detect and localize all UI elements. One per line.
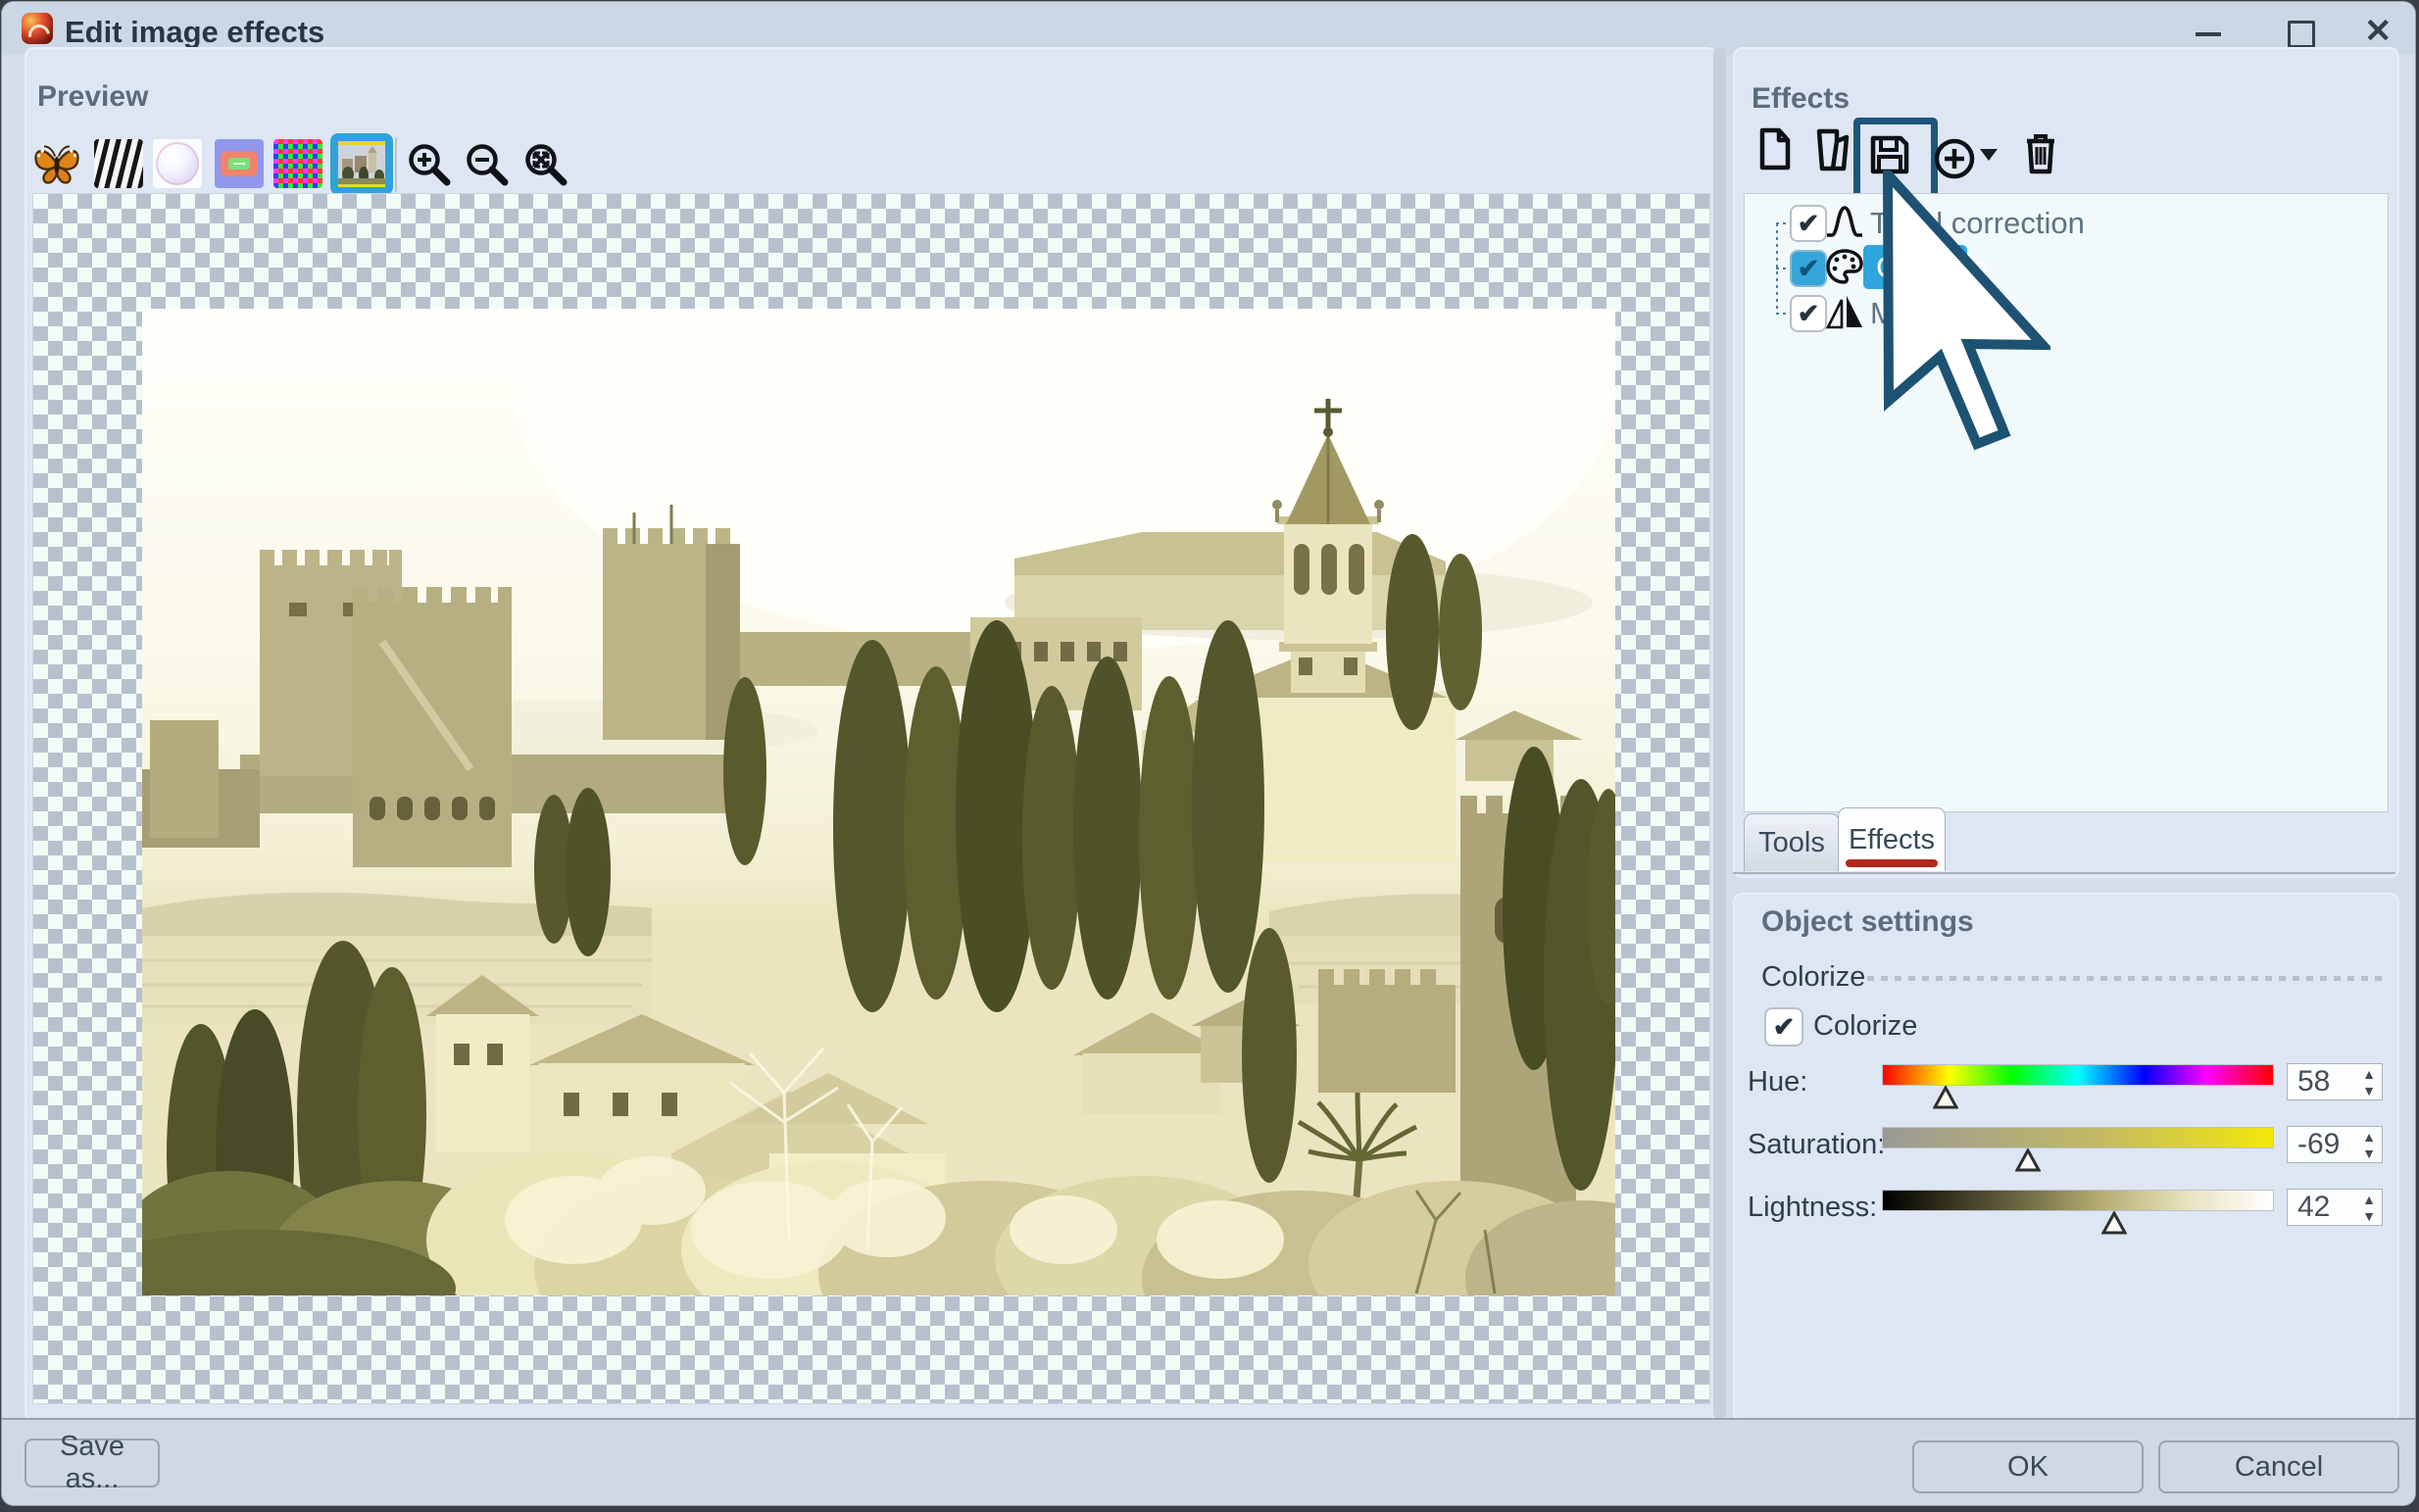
lightness-value-field[interactable]: 42 ▲ ▼ — [2287, 1189, 2383, 1226]
bubble-sample-thumbnail[interactable] — [153, 139, 202, 188]
saturation-label: Saturation: — [1748, 1129, 1885, 1161]
saturation-value-field[interactable]: -69 ▲ ▼ — [2287, 1126, 2383, 1163]
panel-splitter[interactable] — [1713, 47, 1726, 1419]
maximize-icon[interactable] — [2288, 21, 2315, 48]
zoom-out-icon[interactable] — [464, 141, 511, 188]
effects-label: Effects — [1752, 82, 1850, 116]
app-icon — [22, 13, 53, 44]
ok-button[interactable]: OK — [1912, 1440, 2144, 1493]
colorize-checkbox-label: Colorize — [1813, 1010, 1917, 1043]
current-image-icon — [338, 141, 385, 187]
dialog-title: Edit image effects — [65, 15, 324, 50]
zoom-in-icon[interactable] — [406, 141, 453, 188]
tab-tools[interactable]: Tools — [1744, 813, 1840, 871]
lightness-value: 42 — [2297, 1191, 2330, 1224]
preview-label: Preview — [37, 80, 148, 114]
new-effect-icon[interactable] — [1751, 125, 1798, 172]
lightness-label: Lightness: — [1748, 1192, 1877, 1224]
preview-image — [142, 309, 1615, 1295]
hue-spin-up-icon[interactable]: ▲ — [2362, 1068, 2376, 1081]
toolbar-separator — [395, 137, 397, 192]
effect-checkbox-mirror[interactable]: ✔ — [1790, 295, 1827, 332]
tab-effects-label: Effects — [1849, 824, 1935, 856]
saturation-slider-marker[interactable] — [2015, 1148, 2041, 1172]
tree-connector — [1776, 268, 1788, 269]
lightness-slider-marker[interactable] — [2101, 1211, 2127, 1235]
delete-effect-icon[interactable] — [2017, 129, 2064, 176]
save-as-button[interactable]: Save as... — [25, 1439, 160, 1488]
add-effect-dropdown-icon[interactable] — [1980, 149, 1998, 161]
saturation-value: -69 — [2297, 1128, 2340, 1161]
saturation-slider-track[interactable] — [1882, 1127, 2274, 1148]
zebra-sample-thumbnail[interactable] — [94, 139, 143, 188]
bubble-icon — [156, 142, 199, 185]
cancel-button[interactable]: Cancel — [2158, 1440, 2399, 1493]
effect-checkbox-tonal-correction[interactable]: ✔ — [1790, 205, 1827, 242]
open-effect-icon[interactable] — [1809, 125, 1856, 172]
section-divider — [1867, 976, 2389, 981]
hue-value-field[interactable]: 58 ▲ ▼ — [2287, 1063, 2383, 1100]
colorize-section-label: Colorize — [1761, 961, 1865, 994]
saturation-spin-down-icon[interactable]: ▼ — [2362, 1147, 2376, 1160]
frame-sample-thumbnail[interactable] — [215, 139, 264, 188]
saturation-spin-up-icon[interactable]: ▲ — [2362, 1131, 2376, 1144]
zoom-fit-icon[interactable] — [522, 141, 569, 188]
lightness-spin-up-icon[interactable]: ▲ — [2362, 1194, 2376, 1206]
effects-panel-divider — [1733, 872, 2395, 874]
minimize-icon[interactable] — [2196, 32, 2221, 36]
rgb-grid-sample-thumbnail[interactable] — [273, 139, 322, 188]
lightness-slider-track[interactable] — [1882, 1190, 2274, 1211]
current-image-thumbnail-selected[interactable] — [330, 133, 393, 195]
curve-icon — [1825, 202, 1864, 241]
butterfly-icon — [32, 139, 81, 188]
object-settings-label: Object settings — [1761, 905, 1974, 939]
tree-connector — [1776, 313, 1788, 315]
mirror-icon — [1825, 292, 1864, 331]
frame-icon — [221, 151, 258, 176]
hue-value: 58 — [2297, 1065, 2330, 1098]
colorize-checkbox[interactable]: ✔ — [1764, 1007, 1803, 1047]
tab-effects[interactable]: Effects — [1838, 807, 1946, 871]
effect-checkbox-colorize[interactable]: ✔ — [1790, 250, 1827, 287]
hue-slider-track[interactable] — [1882, 1064, 2274, 1086]
palette-icon — [1825, 247, 1864, 286]
close-icon[interactable]: ✕ — [2364, 12, 2393, 51]
butterfly-sample-thumbnail[interactable] — [32, 139, 81, 188]
hue-label: Hue: — [1748, 1066, 1807, 1098]
hue-slider-marker[interactable] — [1933, 1086, 1958, 1109]
mouse-cursor — [1882, 171, 2050, 453]
lightness-spin-down-icon[interactable]: ▼ — [2362, 1210, 2376, 1223]
tab-tools-label: Tools — [1758, 827, 1825, 859]
hue-spin-down-icon[interactable]: ▼ — [2362, 1085, 2376, 1097]
tree-connector — [1776, 222, 1788, 224]
